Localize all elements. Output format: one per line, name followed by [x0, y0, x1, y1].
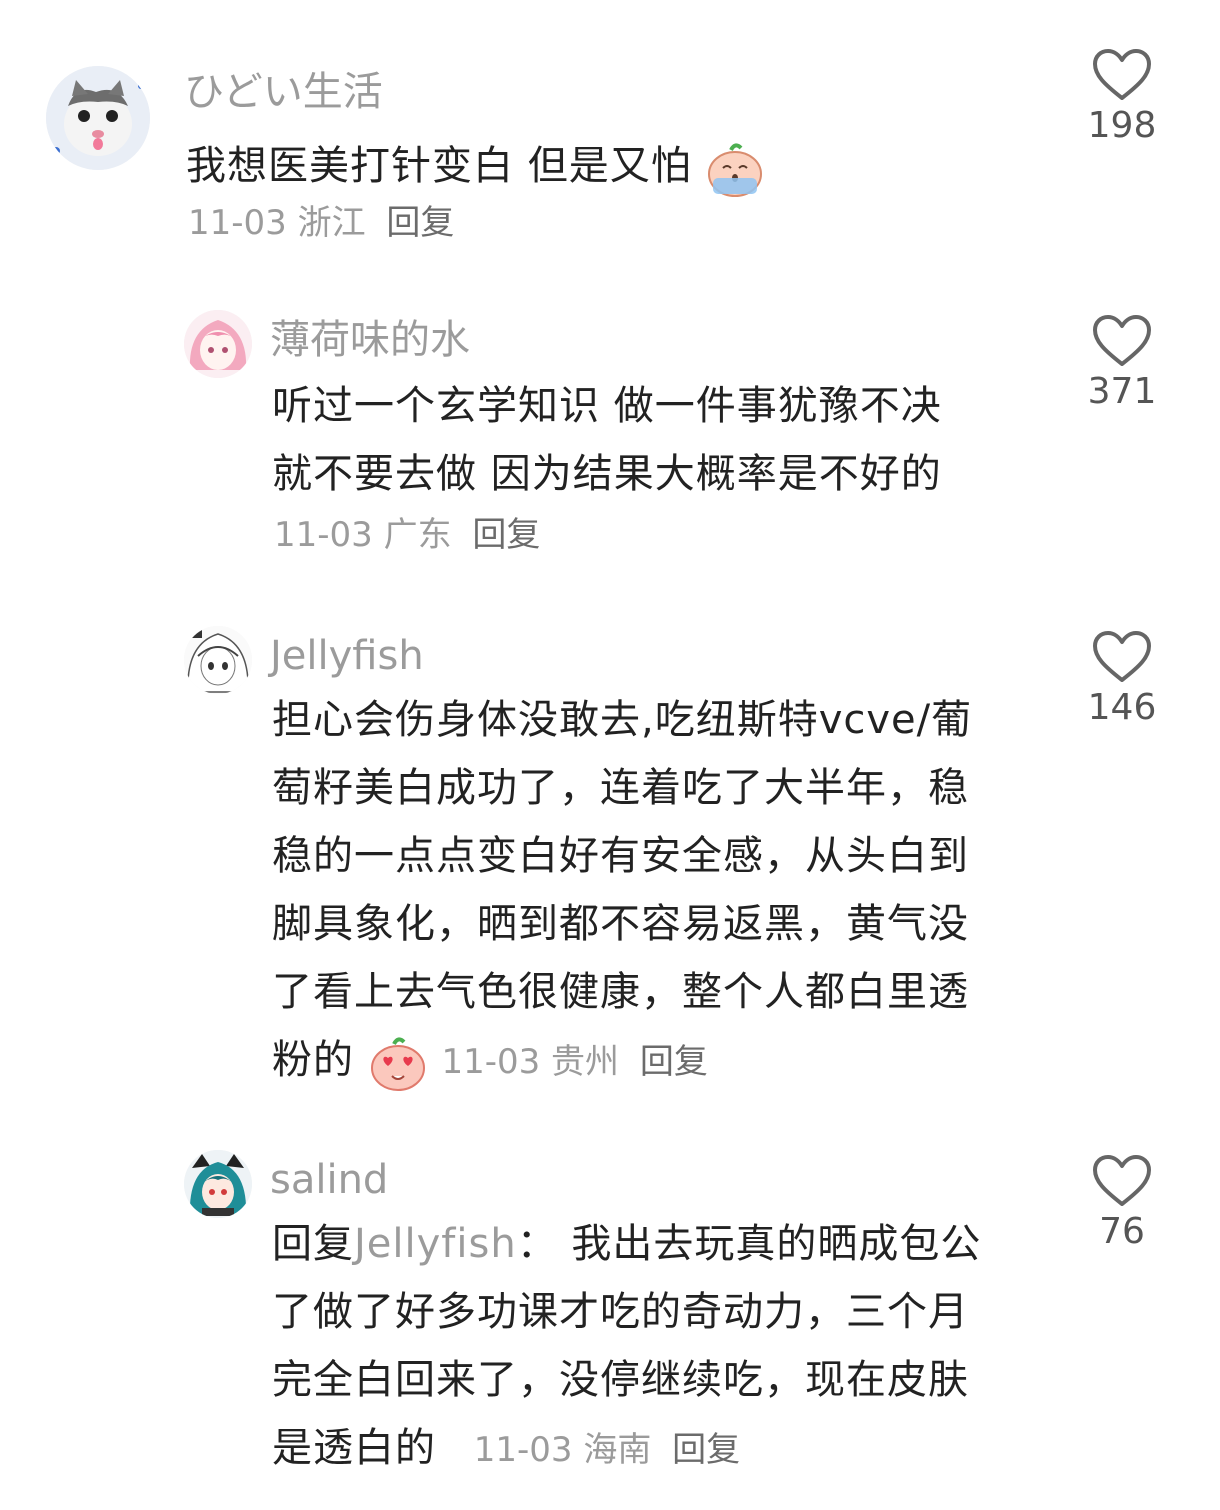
comment-username[interactable]: 薄荷味的水 [270, 320, 470, 360]
comment-text-line: 了做了好多功课才吃的奇动力，三个月 [272, 1289, 969, 1335]
comment-text-last: 粉的 [272, 1037, 354, 1083]
avatar[interactable] [184, 626, 252, 694]
comment-meta: 11-03 海南 回复 [474, 1430, 740, 1470]
avatar[interactable] [184, 1150, 252, 1218]
reply-button[interactable]: 回复 [672, 1430, 740, 1470]
comment-location: 浙江 [297, 203, 366, 243]
like-button[interactable]: 76 [1072, 1154, 1172, 1250]
comment-text: 听过一个玄学知识 做一件事犹豫不决 就不要去做 因为结果大概率是不好的 [272, 372, 942, 508]
cat-ear-anime-avatar-image [184, 1150, 252, 1218]
comment-meta: 11-03 广东 回复 [274, 518, 540, 552]
comment-text-line: 稳的一点点变白好有安全感，从头白到 [272, 833, 969, 879]
reply-colon: ： [516, 1221, 558, 1267]
reply-button[interactable]: 回复 [472, 515, 540, 555]
like-count: 76 [1099, 1211, 1145, 1252]
pink-hair-anime-avatar-image [184, 310, 252, 378]
like-count: 146 [1087, 687, 1157, 728]
heart-icon [1093, 1155, 1151, 1206]
comment-text-line: 完全白回来了，没停继续吃，现在皮肤 [272, 1357, 969, 1403]
like-count: 198 [1087, 105, 1157, 146]
reply-button[interactable]: 回复 [640, 1042, 708, 1082]
comment-location: 海南 [583, 1430, 652, 1470]
comment-date: 11-03 [473, 1430, 573, 1470]
heart-icon [1093, 631, 1151, 682]
white-hair-anime-avatar-image [184, 626, 252, 694]
reply-target-user[interactable]: Jellyfish [354, 1221, 517, 1267]
comment-meta: 11-03 贵州 回复 [441, 1042, 707, 1082]
heart-icon [1093, 315, 1151, 366]
avatar[interactable] [46, 66, 150, 170]
comment-text-line: 就不要去做 因为结果大概率是不好的 [272, 451, 942, 497]
comment-text-line: 粉的 11-03 贵州 回复 [272, 1026, 972, 1096]
comment-text-line: 脚具象化，晒到都不容易返黑，黄气没 [272, 901, 969, 947]
comment-date: 11-03 [188, 203, 287, 243]
comment-text-line: 萄籽美白成功了，连着吃了大半年，稳 [272, 765, 969, 811]
like-count: 371 [1087, 371, 1157, 412]
heart-eyes-peach-emoji [368, 1032, 428, 1092]
comment-meta: 11-03 浙江 回复 [188, 206, 454, 240]
avatar[interactable] [184, 310, 252, 378]
comment-text-content: 我想医美打针变白 但是又怕 [186, 143, 692, 189]
like-button[interactable]: 198 [1072, 48, 1172, 144]
like-button[interactable]: 371 [1072, 314, 1172, 410]
comment-text: 回复Jellyfish： 我出去玩真的晒成包公 了做了好多功课才吃的奇动力，三个… [272, 1210, 981, 1484]
heart-icon [1093, 49, 1151, 100]
reply-button[interactable]: 回复 [386, 203, 454, 243]
comment-text-content: 我出去玩真的晒成包公 [557, 1221, 982, 1267]
comment-date: 11-03 [274, 515, 373, 555]
comment-username[interactable]: ひどい生活 [184, 72, 383, 112]
comment-username[interactable]: Jellyfish [270, 636, 424, 676]
comment-text: 担心会伤身体没敢去,吃纽斯特vcve/葡 萄籽美白成功了，连着吃了大半年，稳 稳… [272, 686, 972, 1096]
reply-prefix: 回复 [272, 1221, 354, 1267]
comment-text-line: 担心会伤身体没敢去,吃纽斯特vcve/葡 [272, 697, 973, 743]
comment-location: 贵州 [551, 1042, 620, 1082]
like-button[interactable]: 146 [1072, 630, 1172, 726]
cat-avatar-image [46, 66, 150, 170]
crying-peach-emoji [705, 138, 765, 198]
comment-username[interactable]: salind [270, 1160, 388, 1200]
comment-text-last: 是透白的 [272, 1425, 436, 1471]
comment-location: 广东 [383, 515, 452, 555]
comment-text-line: 是透白的 11-03 海南 回复 [272, 1414, 981, 1484]
comment-text-line: 了看上去气色很健康，整个人都白里透 [272, 969, 969, 1015]
comment-text-line: 听过一个玄学知识 做一件事犹豫不决 [272, 383, 942, 429]
comment-date: 11-03 [441, 1042, 541, 1082]
comment-text-line: 回复Jellyfish： 我出去玩真的晒成包公 [272, 1210, 981, 1278]
comment-text: 我想医美打针变白 但是又怕 [186, 132, 765, 200]
